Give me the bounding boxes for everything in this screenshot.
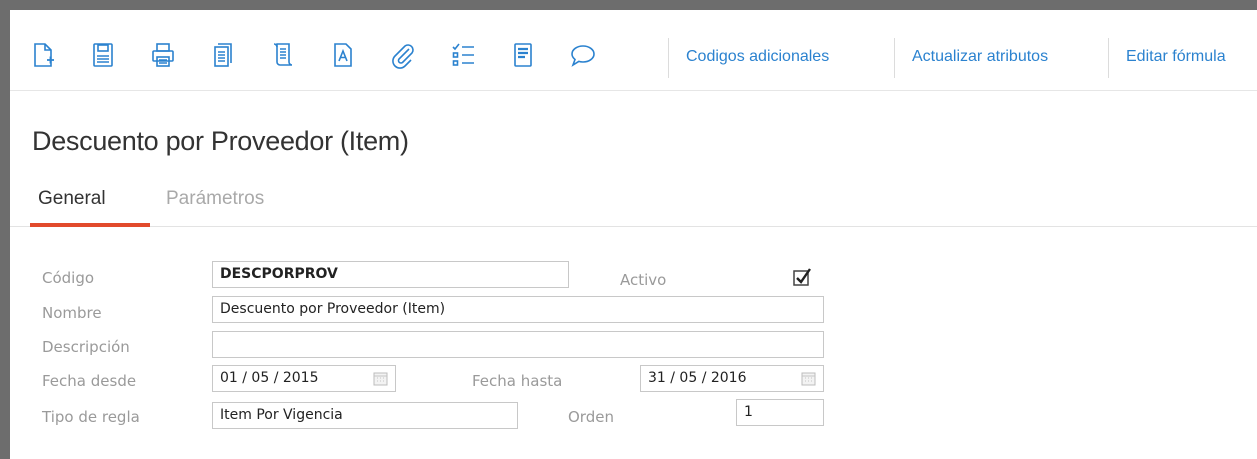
fecha-hasta-label: Fecha hasta bbox=[472, 372, 563, 390]
attachment-icon[interactable] bbox=[388, 40, 418, 70]
descripcion-label: Descripción bbox=[42, 338, 130, 356]
page-title: Descuento por Proveedor (Item) bbox=[32, 126, 409, 156]
codigos-adicionales-link[interactable]: Codigos adicionales bbox=[686, 48, 829, 66]
toolbar-separator bbox=[894, 38, 895, 78]
editar-formula-link[interactable]: Editar fórmula bbox=[1126, 48, 1226, 66]
descripcion-input[interactable] bbox=[212, 331, 824, 358]
fecha-desde-label: Fecha desde bbox=[42, 372, 137, 390]
fecha-hasta-input[interactable]: 31 / 05 / 2016 bbox=[640, 365, 824, 392]
toolbar-separator bbox=[668, 38, 669, 78]
tipo-regla-input[interactable]: Item Por Vigencia bbox=[212, 402, 518, 429]
tab-parametros[interactable]: Parámetros bbox=[166, 188, 264, 210]
tipo-regla-label: Tipo de regla bbox=[42, 408, 140, 426]
main-panel: Codigos adicionales Actualizar atributos… bbox=[10, 10, 1257, 459]
scroll-icon[interactable] bbox=[268, 40, 298, 70]
tabs-divider bbox=[10, 226, 1257, 227]
nombre-input[interactable]: Descuento por Proveedor (Item) bbox=[212, 296, 824, 323]
nombre-label: Nombre bbox=[42, 304, 102, 322]
text-document-icon[interactable] bbox=[328, 40, 358, 70]
new-document-icon[interactable] bbox=[28, 40, 58, 70]
codigo-label: Código bbox=[42, 269, 95, 287]
fecha-desde-value: 01 / 05 / 2015 bbox=[220, 370, 319, 386]
fecha-hasta-value: 31 / 05 / 2016 bbox=[648, 370, 747, 386]
calendar-icon[interactable] bbox=[373, 371, 388, 386]
calendar-icon[interactable] bbox=[801, 371, 816, 386]
checklist-icon[interactable] bbox=[448, 40, 478, 70]
codigo-input[interactable]: DESCPORPROV bbox=[212, 261, 569, 288]
comment-icon[interactable] bbox=[568, 40, 598, 70]
detail-view-icon[interactable] bbox=[508, 40, 538, 70]
fecha-desde-input[interactable]: 01 / 05 / 2015 bbox=[212, 365, 396, 392]
active-tab-indicator bbox=[30, 223, 150, 227]
toolbar-separator bbox=[1108, 38, 1109, 78]
activo-checkbox[interactable] bbox=[792, 267, 812, 287]
orden-label: Orden bbox=[568, 408, 614, 426]
copy-icon[interactable] bbox=[208, 40, 238, 70]
save-icon[interactable] bbox=[88, 40, 118, 70]
activo-label: Activo bbox=[620, 271, 667, 289]
checkmark-icon bbox=[793, 268, 811, 286]
actualizar-atributos-link[interactable]: Actualizar atributos bbox=[912, 48, 1048, 66]
print-icon[interactable] bbox=[148, 40, 178, 70]
tab-general[interactable]: General bbox=[38, 188, 106, 210]
orden-input[interactable]: 1 bbox=[736, 399, 824, 426]
toolbar: Codigos adicionales Actualizar atributos… bbox=[10, 10, 1257, 91]
